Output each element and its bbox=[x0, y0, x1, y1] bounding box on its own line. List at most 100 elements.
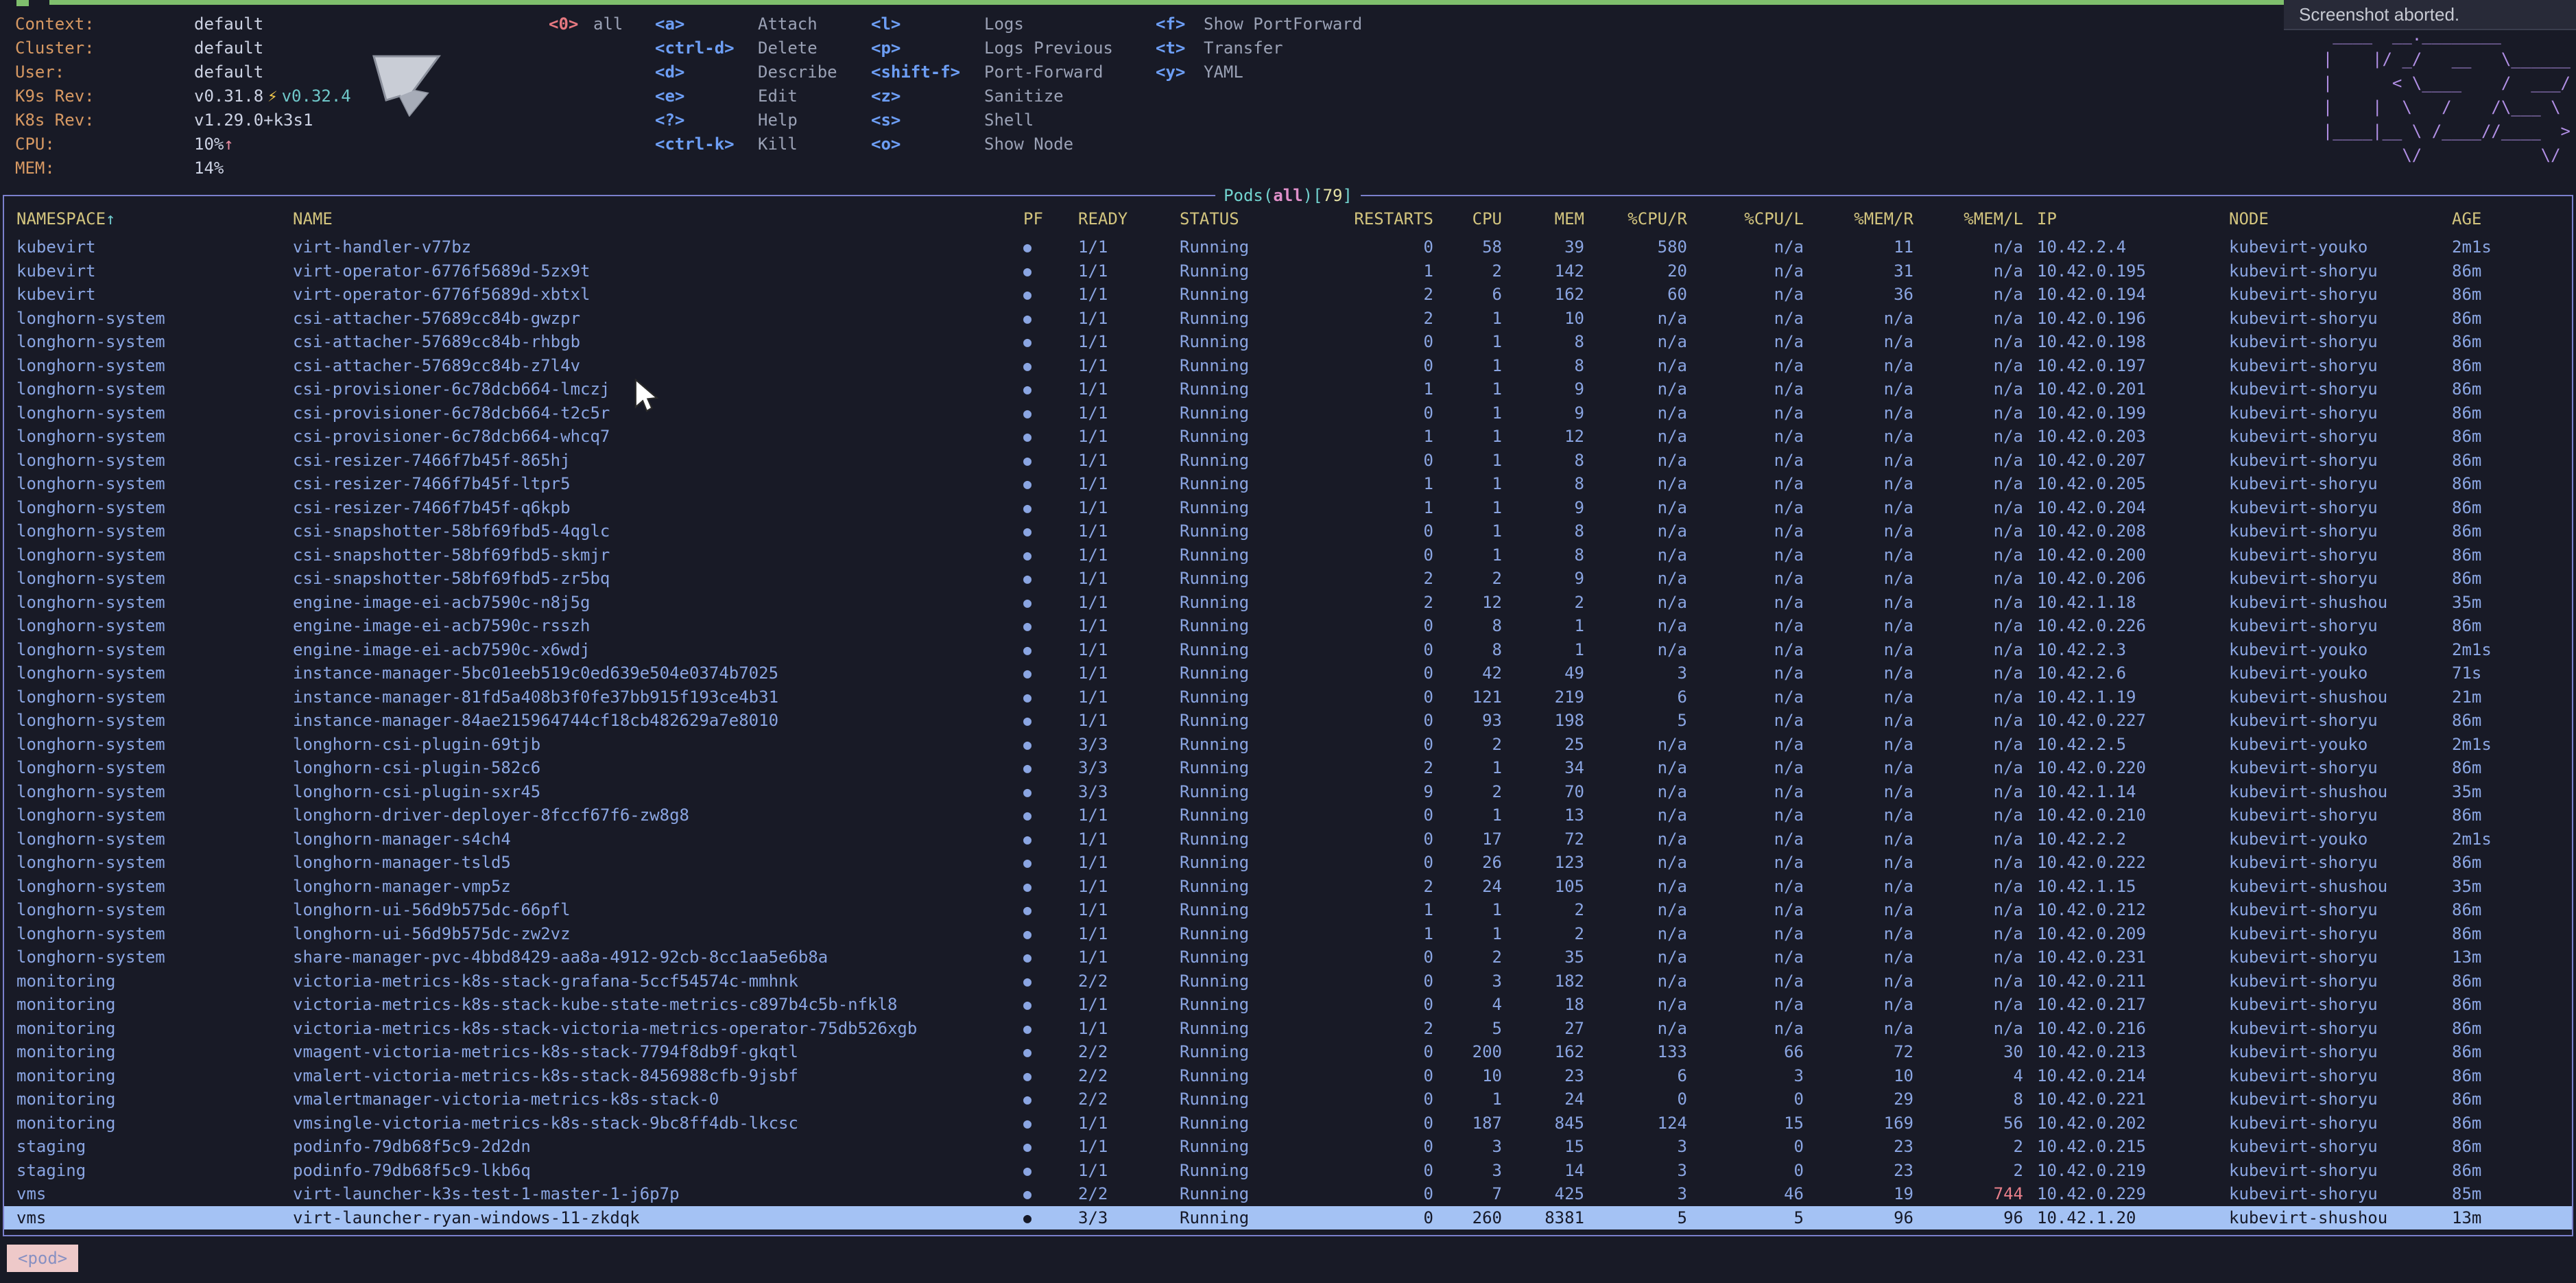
cell-status: Running bbox=[1180, 401, 1334, 425]
info-value: 10% bbox=[194, 134, 224, 154]
column-header-mem-r[interactable]: %MEM/R bbox=[1804, 207, 1913, 231]
table-row[interactable]: longhorn-systemcsi-resizer-7466f7b45f-q6… bbox=[4, 496, 2572, 520]
cell-status: Running bbox=[1180, 1017, 1334, 1041]
table-row[interactable]: longhorn-systemlonghorn-ui-56d9b575dc-66… bbox=[4, 898, 2572, 922]
menu-item-label: Kill bbox=[758, 134, 798, 154]
column-header-pf-indicator[interactable]: PF bbox=[1023, 207, 1078, 231]
column-header-cpu[interactable]: CPU bbox=[1433, 207, 1502, 231]
table-row[interactable]: longhorn-systeminstance-manager-81fd5a40… bbox=[4, 685, 2572, 709]
cell-pf-indicator: ● bbox=[1023, 922, 1078, 946]
cell-cpu-r: n/a bbox=[1584, 567, 1687, 591]
table-row[interactable]: longhorn-systemlonghorn-driver-deployer-… bbox=[4, 803, 2572, 827]
cell-ready: 1/1 bbox=[1078, 851, 1180, 875]
table-row[interactable]: longhorn-systemlonghorn-csi-plugin-sxr45… bbox=[4, 780, 2572, 804]
column-header-cpu-r[interactable]: %CPU/R bbox=[1584, 207, 1687, 231]
cell-status: Running bbox=[1180, 945, 1334, 969]
cell-cpu-r: n/a bbox=[1584, 496, 1687, 520]
cell-cpu: 187 bbox=[1433, 1111, 1502, 1135]
table-row[interactable]: longhorn-systemcsi-provisioner-6c78dcb66… bbox=[4, 425, 2572, 449]
cell-namespace: vms bbox=[16, 1182, 293, 1206]
cell-ip: 10.42.0.199 bbox=[2023, 401, 2229, 425]
table-row[interactable]: longhorn-systemlonghorn-manager-tsld5●1/… bbox=[4, 851, 2572, 875]
table-row[interactable]: monitoringvmalertmanager-victoria-metric… bbox=[4, 1087, 2572, 1111]
cell-age: 2m1s bbox=[2452, 733, 2572, 757]
column-header-namespace[interactable]: NAMESPACE↑ bbox=[16, 207, 293, 231]
table-row[interactable]: longhorn-systeminstance-manager-5bc01eeb… bbox=[4, 661, 2572, 685]
cell-cpu: 121 bbox=[1433, 685, 1502, 709]
cell-ip: 10.42.0.216 bbox=[2023, 1017, 2229, 1041]
table-row[interactable]: longhorn-systemlonghorn-csi-plugin-69tjb… bbox=[4, 733, 2572, 757]
table-row[interactable]: longhorn-systemcsi-snapshotter-58bf69fbd… bbox=[4, 519, 2572, 543]
cell-status: Running bbox=[1180, 425, 1334, 449]
table-row[interactable]: kubevirtvirt-handler-v77bz●1/1Running058… bbox=[4, 235, 2572, 259]
column-header-status[interactable]: STATUS bbox=[1180, 207, 1334, 231]
cell-name: csi-attacher-57689cc84b-z7l4v bbox=[293, 354, 1023, 378]
cell-cpu-l: n/a bbox=[1687, 969, 1804, 993]
table-row[interactable]: monitoringvmalert-victoria-metrics-k8s-s… bbox=[4, 1064, 2572, 1088]
top-accent-line bbox=[49, 0, 2284, 5]
column-header-mem-l[interactable]: %MEM/L bbox=[1913, 207, 2023, 231]
table-row[interactable]: longhorn-systeminstance-manager-84ae2159… bbox=[4, 709, 2572, 733]
table-row[interactable]: kubevirtvirt-operator-6776f5689d-xbtxl●1… bbox=[4, 283, 2572, 307]
cell-node: kubevirt-shoryu bbox=[2229, 709, 2452, 733]
cell-cpu-r: n/a bbox=[1584, 401, 1687, 425]
table-row[interactable]: longhorn-systemcsi-attacher-57689cc84b-g… bbox=[4, 307, 2572, 331]
table-row[interactable]: longhorn-systemcsi-attacher-57689cc84b-z… bbox=[4, 354, 2572, 378]
column-header-ip[interactable]: IP bbox=[2023, 207, 2229, 231]
cell-name: longhorn-csi-plugin-582c6 bbox=[293, 756, 1023, 780]
menu-item: <y>YAML bbox=[1156, 60, 1362, 84]
cell-restarts: 0 bbox=[1334, 1135, 1433, 1159]
column-header-name[interactable]: NAME bbox=[293, 207, 1023, 231]
table-row[interactable]: longhorn-systemcsi-provisioner-6c78dcb66… bbox=[4, 377, 2572, 401]
column-header-cpu-l[interactable]: %CPU/L bbox=[1687, 207, 1804, 231]
table-row[interactable]: longhorn-systemlonghorn-csi-plugin-582c6… bbox=[4, 756, 2572, 780]
cell-cpu-r: n/a bbox=[1584, 803, 1687, 827]
trend-up-icon: ↑ bbox=[224, 134, 233, 154]
table-row[interactable]: monitoringvictoria-metrics-k8s-stack-gra… bbox=[4, 969, 2572, 993]
cell-mem-r: 19 bbox=[1804, 1182, 1913, 1206]
info-value: v0.31.8 bbox=[194, 86, 263, 106]
cell-cpu-l: n/a bbox=[1687, 945, 1804, 969]
table-row[interactable]: monitoringvmsingle-victoria-metrics-k8s-… bbox=[4, 1111, 2572, 1135]
column-header-age[interactable]: AGE bbox=[2452, 207, 2572, 231]
table-row[interactable]: longhorn-systemengine-image-ei-acb7590c-… bbox=[4, 591, 2572, 615]
table-row[interactable]: longhorn-systemshare-manager-pvc-4bbd842… bbox=[4, 945, 2572, 969]
column-header-ready[interactable]: READY bbox=[1078, 207, 1180, 231]
cell-mem: 123 bbox=[1502, 851, 1584, 875]
column-header-node[interactable]: NODE bbox=[2229, 207, 2452, 231]
cell-mem-l: 30 bbox=[1913, 1040, 2023, 1064]
table-row[interactable]: vmsvirt-launcher-ryan-windows-11-zkdqk●3… bbox=[4, 1206, 2572, 1230]
table-row[interactable]: longhorn-systemcsi-resizer-7466f7b45f-lt… bbox=[4, 472, 2572, 496]
cell-mem-l: n/a bbox=[1913, 591, 2023, 615]
cell-mem-r: n/a bbox=[1804, 330, 1913, 354]
table-row[interactable]: longhorn-systemcsi-snapshotter-58bf69fbd… bbox=[4, 543, 2572, 567]
table-row[interactable]: longhorn-systemengine-image-ei-acb7590c-… bbox=[4, 614, 2572, 638]
table-row[interactable]: longhorn-systemengine-image-ei-acb7590c-… bbox=[4, 638, 2572, 662]
menu-hotkey: <?> bbox=[655, 108, 758, 132]
table-row[interactable]: monitoringvictoria-metrics-k8s-stack-kub… bbox=[4, 993, 2572, 1017]
cell-restarts: 1 bbox=[1334, 898, 1433, 922]
cell-age: 86m bbox=[2452, 449, 2572, 473]
table-row[interactable]: vmsvirt-launcher-k3s-test-1-master-1-j6p… bbox=[4, 1182, 2572, 1206]
table-row[interactable]: longhorn-systemlonghorn-manager-s4ch4●1/… bbox=[4, 827, 2572, 851]
cell-restarts: 0 bbox=[1334, 235, 1433, 259]
table-row[interactable]: longhorn-systemcsi-resizer-7466f7b45f-86… bbox=[4, 449, 2572, 473]
column-header-restarts[interactable]: RESTARTS bbox=[1334, 207, 1433, 231]
table-row[interactable]: kubevirtvirt-operator-6776f5689d-5zx9t●1… bbox=[4, 259, 2572, 283]
table-row[interactable]: stagingpodinfo-79db68f5c9-2d2dn●1/1Runni… bbox=[4, 1135, 2572, 1159]
table-row[interactable]: longhorn-systemcsi-provisioner-6c78dcb66… bbox=[4, 401, 2572, 425]
table-row[interactable]: monitoringvictoria-metrics-k8s-stack-vic… bbox=[4, 1017, 2572, 1041]
table-row[interactable]: longhorn-systemlonghorn-manager-vmp5z●1/… bbox=[4, 875, 2572, 899]
cell-cpu-r: n/a bbox=[1584, 519, 1687, 543]
table-row[interactable]: stagingpodinfo-79db68f5c9-lkb6q●1/1Runni… bbox=[4, 1159, 2572, 1183]
cell-mem-l: n/a bbox=[1913, 449, 2023, 473]
table-row[interactable]: monitoringvmagent-victoria-metrics-k8s-s… bbox=[4, 1040, 2572, 1064]
table-row[interactable]: longhorn-systemcsi-attacher-57689cc84b-r… bbox=[4, 330, 2572, 354]
cell-mem-r: n/a bbox=[1804, 591, 1913, 615]
table-row[interactable]: longhorn-systemcsi-snapshotter-58bf69fbd… bbox=[4, 567, 2572, 591]
cell-namespace: longhorn-system bbox=[16, 591, 293, 615]
cell-ip: 10.42.1.14 bbox=[2023, 780, 2229, 804]
column-header-mem[interactable]: MEM bbox=[1502, 207, 1584, 231]
table-row[interactable]: longhorn-systemlonghorn-ui-56d9b575dc-zw… bbox=[4, 922, 2572, 946]
cell-mem: 9 bbox=[1502, 567, 1584, 591]
